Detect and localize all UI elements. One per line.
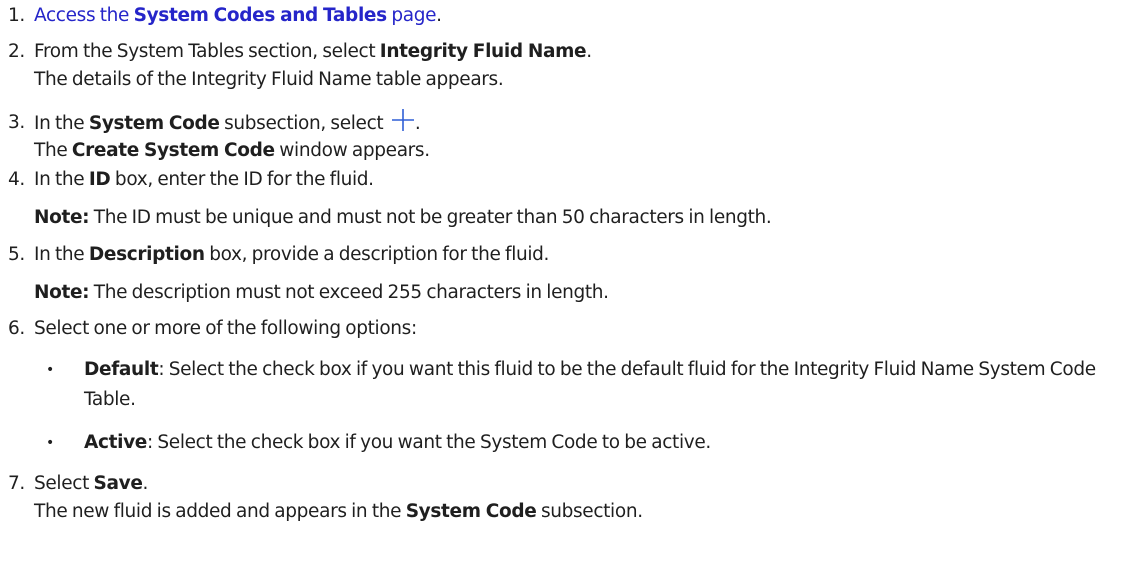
- step-number: 6.: [8, 318, 25, 339]
- note: Note: The description must not exceed 25…: [34, 282, 609, 303]
- step-result: The new fluid is added and appears in th…: [34, 501, 643, 522]
- bullet-icon: •: [46, 362, 54, 378]
- step-result: The Create System Code window appears.: [34, 140, 430, 161]
- procedure-document: 1. Access the System Codes and Tables pa…: [0, 0, 1136, 568]
- step-number: 3.: [8, 112, 25, 133]
- note-label: Note:: [34, 207, 90, 228]
- step-number: 1.: [8, 5, 25, 26]
- plus-icon: [391, 108, 415, 132]
- step-number: 5.: [8, 244, 25, 265]
- step-result: The details of the Integrity Fluid Name …: [34, 69, 504, 90]
- step-number: 7.: [8, 473, 25, 494]
- bullet-icon: •: [46, 435, 54, 451]
- system-codes-link[interactable]: Access the System Codes and Tables page: [34, 5, 436, 26]
- step-number: 4.: [8, 169, 25, 190]
- note: Note: The ID must be unique and must not…: [34, 207, 772, 228]
- note-label: Note:: [34, 282, 90, 303]
- step-number: 2.: [8, 41, 25, 62]
